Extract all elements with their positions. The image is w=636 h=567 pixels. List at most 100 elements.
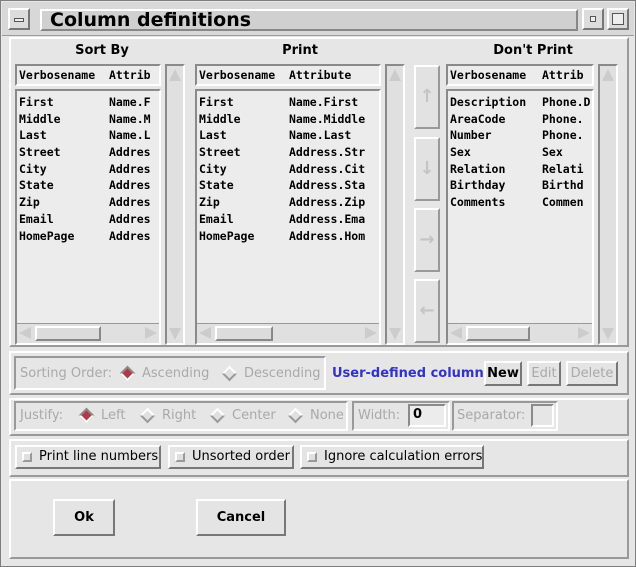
scroll-down-icon[interactable] [387, 325, 403, 343]
list-item[interactable]: First Name.First [197, 94, 379, 111]
dont-print-col-attribute: Attrib [542, 68, 584, 82]
list-item-attribute: Name.F [109, 95, 151, 109]
new-column-button[interactable]: New [484, 361, 522, 386]
justify-none-label[interactable]: None [310, 408, 344, 423]
edit-column-button[interactable]: Edit [527, 361, 561, 386]
list-item-verbosename: Sex [450, 145, 471, 160]
width-input[interactable]: 0 [408, 404, 446, 427]
minimize-button[interactable] [582, 8, 604, 30]
list-item-verbosename: Street [19, 145, 61, 160]
list-item-attribute: Relati [542, 161, 584, 176]
move-down-button[interactable]: ↓ [414, 137, 440, 201]
list-item[interactable]: AreaCode Phone. [448, 111, 592, 128]
print-heading: Print [282, 43, 318, 58]
dont-print-col-verbosename: Verbosename [450, 68, 527, 82]
list-item[interactable]: Email Addres [17, 211, 159, 228]
list-item[interactable]: State Address.Sta [197, 177, 379, 194]
ok-button[interactable]: Ok [53, 499, 115, 536]
scroll-right-icon[interactable] [365, 327, 377, 339]
move-up-button[interactable]: ↑ [414, 65, 440, 129]
list-item[interactable]: First Name.F [17, 94, 159, 111]
list-item[interactable]: HomePage Addres [17, 228, 159, 245]
list-item-attribute: Name.First [289, 95, 359, 109]
list-item[interactable]: State Addres [17, 177, 159, 194]
print-hscroll-thumb[interactable] [215, 326, 273, 341]
print-list[interactable]: First Name.First Middle Name.Middle Last Name… [195, 89, 381, 345]
list-item-attribute: Commen [542, 195, 584, 210]
dont-print-list[interactable]: Description Phone.D AreaCode Phone. Number Ph… [446, 89, 594, 345]
print-vscrollbar[interactable] [385, 64, 405, 345]
list-item-verbosename: Birthday [450, 178, 506, 193]
list-item-attribute: Address.Str [289, 145, 366, 160]
list-item-attribute: Addres [109, 195, 151, 210]
checkbox-icon [22, 452, 32, 462]
scroll-up-icon[interactable] [600, 66, 616, 84]
justify-center-label[interactable]: Center [232, 408, 276, 423]
list-item-verbosename: AreaCode [450, 111, 506, 126]
scroll-right-icon[interactable] [145, 327, 157, 339]
list-item-attribute: Sex [542, 145, 563, 160]
maximize-icon [612, 13, 624, 25]
list-item-verbosename: Street [199, 145, 241, 160]
list-item-attribute: Address.Cit [289, 161, 366, 176]
list-item[interactable]: City Addres [17, 161, 159, 178]
list-item[interactable]: Last Name.L [17, 127, 159, 144]
list-item[interactable]: Sex Sex [448, 144, 592, 161]
scroll-left-icon[interactable] [199, 327, 211, 339]
user-defined-columns-label: User-defined columns: [332, 366, 497, 381]
width-label: Width: [358, 408, 401, 423]
sort-by-hscroll-thumb[interactable] [35, 326, 101, 341]
list-item[interactable]: Street Addres [17, 144, 159, 161]
scroll-up-icon[interactable] [167, 66, 183, 84]
sort-by-list[interactable]: First Name.F Middle Name.M Last Name.L Street A… [15, 89, 161, 345]
list-item-attribute: Addres [109, 228, 151, 243]
scroll-right-icon[interactable] [578, 327, 590, 339]
scroll-down-icon[interactable] [167, 325, 183, 343]
list-item-attribute: Addres [109, 145, 151, 160]
maximize-button[interactable] [607, 8, 629, 30]
list-item-attribute: Name.L [109, 128, 151, 143]
list-item[interactable]: Email Address.Ema [197, 211, 379, 228]
list-item[interactable]: Zip Addres [17, 194, 159, 211]
separator-input[interactable] [531, 404, 554, 427]
scroll-left-icon[interactable] [19, 327, 31, 339]
list-item[interactable]: Middle Name.Middle [197, 111, 379, 128]
print-hscrollbar[interactable] [197, 323, 379, 343]
scroll-down-icon[interactable] [600, 325, 616, 343]
move-left-button[interactable]: ← [414, 279, 440, 343]
dont-print-hscroll-thumb[interactable] [466, 326, 530, 341]
sort-by-hscrollbar[interactable] [17, 323, 159, 343]
list-item[interactable]: Street Address.Str [197, 144, 379, 161]
dont-print-hscrollbar[interactable] [448, 323, 592, 343]
unsorted-order-checkbox[interactable]: Unsorted order [168, 445, 294, 469]
dont-print-vscrollbar[interactable] [598, 64, 618, 345]
justify-right-label[interactable]: Right [162, 408, 196, 423]
list-item-attribute: Address.Hom [289, 228, 366, 243]
justify-left-label[interactable]: Left [101, 408, 125, 423]
delete-column-button[interactable]: Delete [566, 361, 618, 386]
list-item[interactable]: Zip Address.Zip [197, 194, 379, 211]
window-menu-button[interactable] [8, 8, 30, 30]
list-item-attribute: Name.Middle [289, 111, 366, 126]
cancel-button[interactable]: Cancel [196, 499, 286, 536]
scroll-left-icon[interactable] [450, 327, 462, 339]
list-item[interactable]: Number Phone. [448, 127, 592, 144]
sort-by-vscrollbar[interactable] [165, 64, 185, 345]
sort-descending-label[interactable]: Descending [244, 366, 321, 381]
list-item[interactable]: Birthday Birthd [448, 177, 592, 194]
move-right-button[interactable]: → [414, 208, 440, 272]
ignore-calc-errors-checkbox[interactable]: Ignore calculation errors [300, 445, 484, 469]
unsorted-order-label: Unsorted order [192, 449, 290, 464]
list-item[interactable]: Last Name.Last [197, 127, 379, 144]
list-item-verbosename: Description [450, 95, 527, 109]
sort-ascending-label[interactable]: Ascending [142, 366, 209, 381]
list-item[interactable]: Comments Commen [448, 194, 592, 211]
scroll-up-icon[interactable] [387, 66, 403, 84]
list-item-verbosename: State [199, 178, 234, 193]
list-item[interactable]: City Address.Cit [197, 161, 379, 178]
print-line-numbers-checkbox[interactable]: Print line numbers [15, 445, 161, 469]
list-item[interactable]: Relation Relati [448, 161, 592, 178]
list-item[interactable]: HomePage Address.Hom [197, 228, 379, 245]
list-item[interactable]: Description Phone.D [448, 94, 592, 111]
list-item[interactable]: Middle Name.M [17, 111, 159, 128]
